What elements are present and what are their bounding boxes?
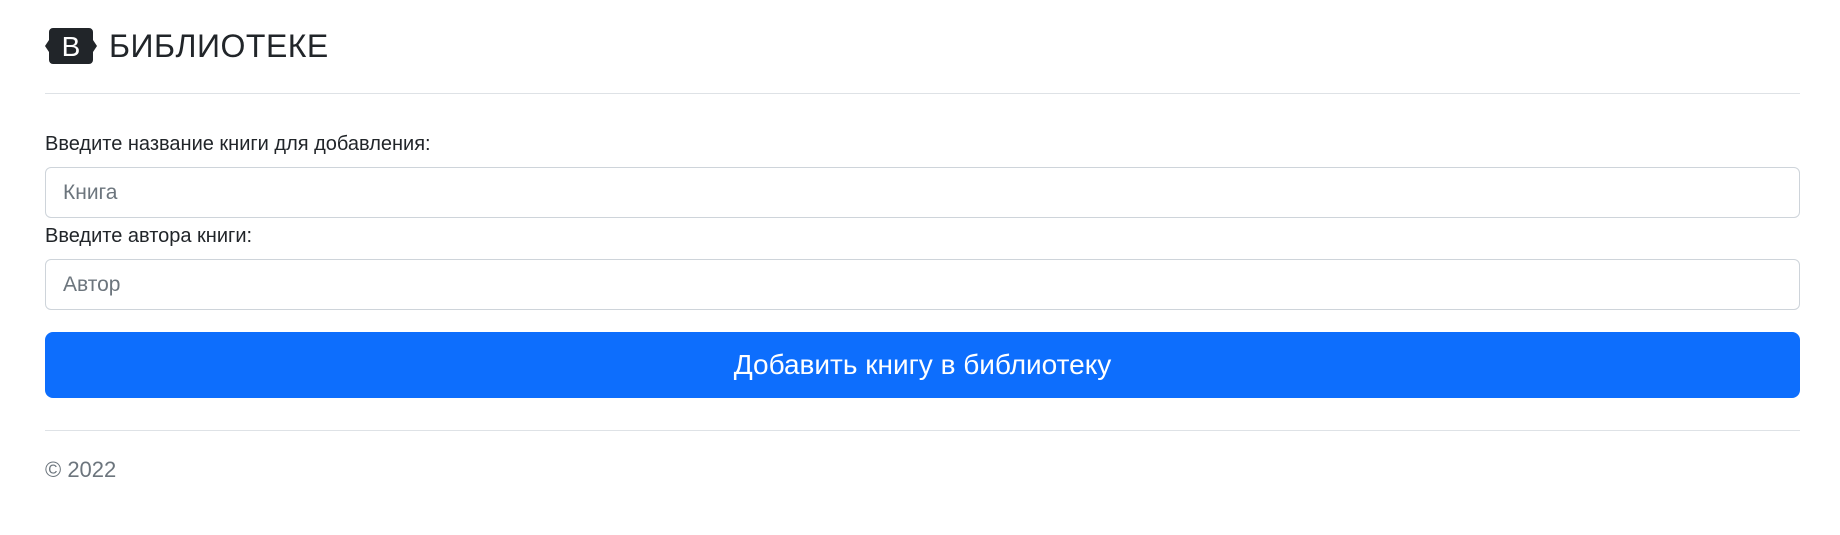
book-title-label: Введите название книги для добавления: xyxy=(45,133,431,155)
site-header: B БИБЛИОТЕКЕ xyxy=(45,0,1800,94)
author-input[interactable] xyxy=(45,259,1800,310)
add-book-form: Введите название книги для добавления: В… xyxy=(45,94,1800,398)
logo-letter: B xyxy=(62,31,81,62)
site-footer: © 2022 xyxy=(45,430,1800,483)
copyright-text: © 2022 xyxy=(45,457,117,482)
author-label: Введите автора книги: xyxy=(45,225,253,247)
brand-link[interactable]: B БИБЛИОТЕКЕ xyxy=(45,24,329,68)
page-container: B БИБЛИОТЕКЕ Введите название книги для … xyxy=(45,0,1800,483)
brand-title: БИБЛИОТЕКЕ xyxy=(109,27,329,64)
book-title-input[interactable] xyxy=(45,167,1800,218)
bootstrap-logo-icon: B xyxy=(45,27,97,64)
add-book-button[interactable]: Добавить книгу в библиотеку xyxy=(45,332,1800,398)
